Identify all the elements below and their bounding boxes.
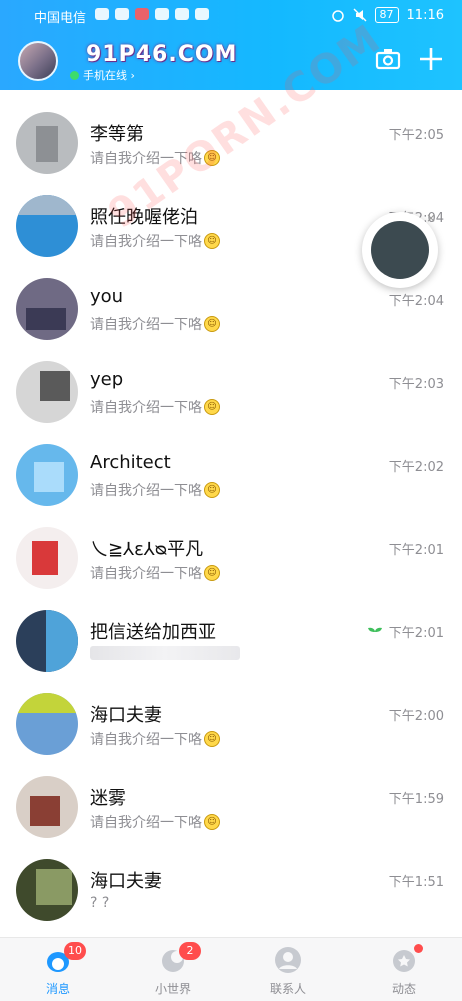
tab-contacts[interactable]: 联系人 [248, 944, 328, 997]
contact-avatar [16, 112, 78, 174]
tab-world[interactable]: 2 小世界 [133, 942, 213, 997]
contact-name: 海口夫妻 [90, 705, 162, 726]
message-time: 下午1:51 [388, 875, 444, 890]
message-preview: 请自我介绍一下咯 ☺ [90, 729, 220, 749]
message-preview: ? ? [90, 895, 110, 911]
contact-avatar [16, 527, 78, 589]
conversation-row[interactable]: 海口夫妻 ? ? 下午1:51 [0, 837, 462, 921]
sprout-icon [367, 627, 382, 638]
status-icons [95, 8, 209, 20]
conversation-row[interactable]: 海口夫妻 请自我介绍一下咯 ☺ 下午2:00 [0, 671, 462, 755]
signal-icon [115, 8, 129, 20]
conversation-row[interactable]: yep 请自我介绍一下咯 ☺ 下午2:03 [0, 339, 462, 423]
add-plus-icon[interactable] [417, 45, 445, 73]
battery-indicator: 87 [374, 7, 399, 23]
music-disc-icon [371, 221, 429, 279]
tab-label: 消息 [45, 982, 70, 996]
message-time: 下午2:01 [367, 622, 444, 641]
contact-name: 海口夫妻 [90, 871, 162, 892]
emoji-icon: ☺ [204, 565, 220, 581]
hd-icon [95, 8, 109, 20]
alarm-icon [331, 10, 344, 22]
tab-messages[interactable]: 10 消息 [18, 942, 98, 997]
unread-badge: 10 [64, 942, 86, 960]
message-time: 下午2:01 [388, 543, 444, 558]
close-icon[interactable]: × [426, 211, 436, 225]
blurred-preview [90, 646, 240, 660]
bottom-tab-bar: 10 消息 2 小世界 联系人 动态 [0, 937, 462, 1001]
conversation-row[interactable]: 迷雾 请自我介绍一下咯 ☺ 下午1:59 [0, 754, 462, 838]
mute-icon [353, 8, 367, 22]
message-preview [90, 646, 240, 660]
conversation-row[interactable]: Architect 请自我介绍一下咯 ☺ 下午2:02 [0, 422, 462, 506]
online-dot-icon [70, 70, 79, 80]
app-header: 中国电信 87 11:16 91P46.COM 手机在线 › [0, 0, 462, 90]
clock: 11:16 [406, 7, 444, 23]
emoji-icon: ☺ [204, 814, 220, 830]
conversation-row[interactable]: 乀≧⅄ɛ⅄ᴓ平凡 请自我介绍一下咯 ☺ 下午2:01 [0, 505, 462, 589]
message-preview: 请自我介绍一下咯 ☺ [90, 812, 220, 832]
contact-name: yep [90, 369, 124, 390]
message-time: 下午2:02 [388, 460, 444, 475]
contact-avatar [16, 444, 78, 506]
contact-avatar [16, 195, 78, 257]
contact-avatar [16, 693, 78, 755]
message-time: 下午2:05 [388, 128, 444, 143]
camera-icon[interactable] [374, 45, 402, 73]
person-icon [275, 947, 301, 973]
contact-name: Architect [90, 452, 171, 473]
carrier-label: 中国电信 [34, 11, 87, 26]
message-preview: 请自我介绍一下咯 ☺ [90, 563, 220, 583]
message-time: 下午2:04 [388, 294, 444, 309]
contact-avatar [16, 859, 78, 921]
contact-avatar [16, 361, 78, 423]
location-icon [195, 8, 209, 20]
contact-avatar [16, 776, 78, 838]
emoji-icon: ☺ [204, 731, 220, 747]
message-time: 下午2:03 [388, 377, 444, 392]
conversation-row[interactable]: 李等第 请自我介绍一下咯 ☺ 下午2:05 [0, 90, 462, 174]
tab-label: 动态 [391, 982, 416, 996]
online-status[interactable]: 手机在线 › [70, 67, 135, 83]
my-avatar[interactable] [18, 41, 58, 81]
emoji-icon: ☺ [204, 233, 220, 249]
tab-moments[interactable]: 动态 [364, 944, 444, 997]
online-status-label: 手机在线 › [83, 69, 135, 82]
emoji-icon: ☺ [204, 399, 220, 415]
contact-avatar [16, 610, 78, 672]
world-badge: 2 [179, 942, 201, 960]
tab-label: 联系人 [269, 982, 306, 996]
contact-name: 乀≧⅄ɛ⅄ᴓ平凡 [90, 539, 204, 560]
contact-name: 李等第 [90, 124, 144, 145]
emoji-icon: ☺ [204, 482, 220, 498]
bulb-icon [175, 8, 189, 20]
my-nickname[interactable]: 91P46.COM [86, 42, 237, 67]
message-preview: 请自我介绍一下咯 ☺ [90, 480, 220, 500]
contact-avatar [16, 278, 78, 340]
conversation-row[interactable]: 把信送给加西亚 下午2:01 [0, 588, 462, 672]
message-preview: 请自我介绍一下咯 ☺ [90, 148, 220, 168]
emoji-icon: ☺ [204, 316, 220, 332]
app-notification-icon [155, 8, 169, 20]
message-time: 下午1:59 [388, 792, 444, 807]
contact-name: 照任晚喔佬泊 [90, 207, 198, 228]
contact-name: 把信送给加西亚 [90, 622, 216, 643]
message-preview: 请自我介绍一下咯 ☺ [90, 397, 220, 417]
message-time: 下午2:00 [388, 709, 444, 724]
tab-label: 小世界 [154, 982, 191, 996]
status-bar: 中国电信 87 11:16 [0, 0, 462, 32]
floating-music-player[interactable]: × [362, 211, 438, 288]
message-preview: 请自我介绍一下咯 ☺ [90, 314, 220, 334]
emoji-icon: ☺ [204, 150, 220, 166]
notification-icon [135, 8, 149, 20]
contact-name: 迷雾 [90, 788, 126, 809]
moments-dot-badge [414, 944, 423, 953]
contact-name: you [90, 286, 124, 307]
message-preview: 请自我介绍一下咯 ☺ [90, 231, 220, 251]
